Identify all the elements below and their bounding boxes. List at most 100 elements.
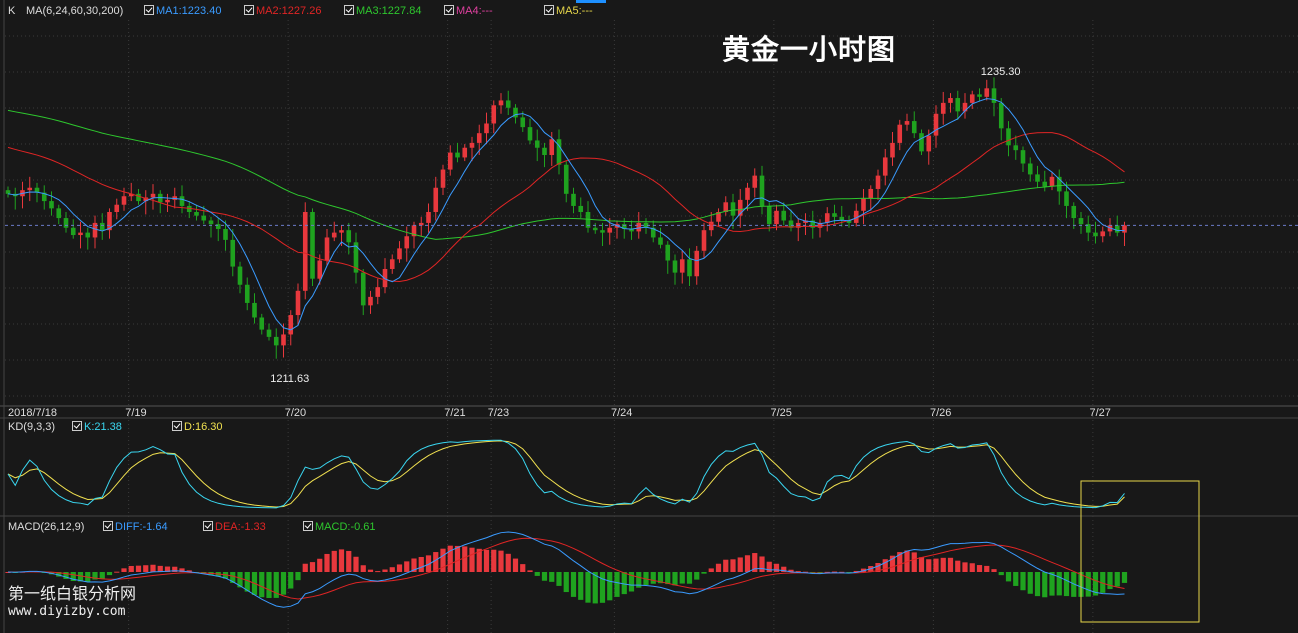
candle-body bbox=[774, 210, 779, 225]
candle-body bbox=[440, 169, 446, 188]
macd-bar bbox=[766, 561, 772, 572]
x-axis-label: 7/20 bbox=[285, 407, 306, 419]
candle-body bbox=[288, 315, 294, 335]
candle-body bbox=[476, 133, 482, 143]
macd-bar bbox=[614, 572, 620, 597]
candle-body bbox=[897, 124, 903, 143]
macd-bar bbox=[1107, 572, 1113, 590]
macd-bar bbox=[549, 572, 555, 582]
checkbox-icon[interactable] bbox=[103, 521, 113, 531]
candle-body bbox=[882, 157, 888, 176]
ma3-legend[interactable]: MA3:1227.84 bbox=[344, 3, 421, 19]
candle-body bbox=[266, 329, 272, 337]
checkbox-icon[interactable] bbox=[172, 421, 182, 431]
x-axis-label: 7/26 bbox=[930, 407, 951, 419]
candle-body bbox=[563, 164, 569, 194]
candle-body bbox=[491, 105, 497, 124]
candle-body bbox=[868, 188, 874, 199]
candle-body bbox=[665, 244, 671, 261]
macd-bar bbox=[947, 557, 954, 572]
candle-body bbox=[527, 127, 533, 141]
candle-body bbox=[360, 272, 366, 306]
macd-bar bbox=[730, 559, 736, 572]
candle-body bbox=[1100, 231, 1106, 237]
macd-bar bbox=[955, 560, 961, 572]
candle-body bbox=[208, 220, 214, 225]
macd-bar bbox=[360, 565, 366, 572]
candle-body bbox=[404, 236, 410, 249]
macd-bar bbox=[694, 572, 700, 580]
macd-bar bbox=[346, 550, 352, 572]
ma1-legend[interactable]: MA1:1223.40 bbox=[144, 3, 221, 19]
macd-bar bbox=[469, 547, 475, 572]
period-label: K bbox=[8, 5, 16, 17]
macd-bar bbox=[491, 549, 497, 572]
candle-body bbox=[310, 212, 315, 279]
macd-bar bbox=[106, 572, 113, 576]
candle-body bbox=[933, 113, 939, 136]
macd-params: MACD(26,12,9) bbox=[8, 521, 85, 533]
macd-bar bbox=[701, 572, 707, 574]
x-axis-label: 7/19 bbox=[125, 407, 146, 419]
checkbox-icon[interactable] bbox=[72, 421, 82, 431]
macd-bar bbox=[1121, 572, 1128, 583]
candle-body bbox=[63, 218, 69, 228]
candle-body bbox=[339, 230, 344, 233]
checkbox-icon[interactable] bbox=[203, 521, 213, 531]
d-legend[interactable]: D:16.30 bbox=[172, 419, 223, 435]
macd-bar bbox=[404, 561, 410, 572]
candle-body bbox=[165, 199, 170, 203]
candle-body bbox=[694, 250, 700, 277]
x-axis-label: 7/23 bbox=[488, 407, 509, 419]
macd-bar bbox=[288, 572, 294, 589]
macd-bar bbox=[969, 563, 975, 572]
macd-bar bbox=[570, 572, 577, 597]
candle-body bbox=[948, 98, 953, 103]
checkbox-icon[interactable] bbox=[344, 5, 354, 15]
k-legend[interactable]: K:21.38 bbox=[72, 419, 122, 435]
macd-bar bbox=[128, 565, 134, 572]
macd-bar bbox=[302, 563, 308, 572]
candle-body bbox=[911, 121, 917, 134]
candle-body bbox=[534, 140, 540, 148]
candle-body bbox=[252, 302, 257, 318]
candle-body bbox=[832, 213, 837, 217]
diff-legend[interactable]: DIFF:-1.64 bbox=[103, 519, 168, 535]
checkbox-icon[interactable] bbox=[244, 5, 254, 15]
ma2-legend[interactable]: MA2:1227.26 bbox=[244, 3, 321, 19]
ma4-legend[interactable]: MA4:--- bbox=[444, 3, 493, 19]
macd-bar bbox=[1020, 572, 1026, 591]
macd-bar bbox=[396, 564, 403, 572]
macd-bar bbox=[679, 572, 685, 584]
checkbox-icon[interactable] bbox=[303, 521, 313, 531]
candle-body bbox=[520, 117, 526, 128]
macd-bar bbox=[976, 565, 983, 572]
dea-legend[interactable]: DEA:-1.33 bbox=[203, 519, 266, 535]
candle-body bbox=[977, 94, 982, 97]
candle-body bbox=[1071, 205, 1077, 219]
macd-value-legend[interactable]: MACD:-0.61 bbox=[303, 519, 376, 535]
candle-body bbox=[766, 205, 772, 225]
macd-bar bbox=[1056, 572, 1062, 596]
macd-bar bbox=[744, 555, 751, 572]
macd-bar bbox=[324, 553, 330, 572]
macd-bar bbox=[317, 558, 323, 572]
candle-body bbox=[1078, 218, 1084, 225]
candle-body bbox=[498, 100, 504, 106]
checkbox-icon[interactable] bbox=[444, 5, 454, 15]
macd-bar bbox=[338, 549, 345, 572]
ma5-legend[interactable]: MA5:--- bbox=[544, 3, 593, 19]
macd-bar bbox=[1034, 572, 1041, 597]
candle-body bbox=[1114, 225, 1120, 233]
candle-body bbox=[237, 266, 243, 285]
checkbox-icon[interactable] bbox=[544, 5, 554, 15]
candle-body bbox=[324, 237, 330, 261]
candle-body bbox=[861, 198, 866, 211]
candle-body bbox=[469, 142, 475, 148]
checkbox-icon[interactable] bbox=[144, 5, 154, 15]
candle-body bbox=[1064, 191, 1069, 206]
candle-body bbox=[745, 187, 750, 200]
macd-bar bbox=[672, 572, 678, 586]
candle-body bbox=[78, 232, 83, 236]
candle-body bbox=[375, 287, 381, 297]
